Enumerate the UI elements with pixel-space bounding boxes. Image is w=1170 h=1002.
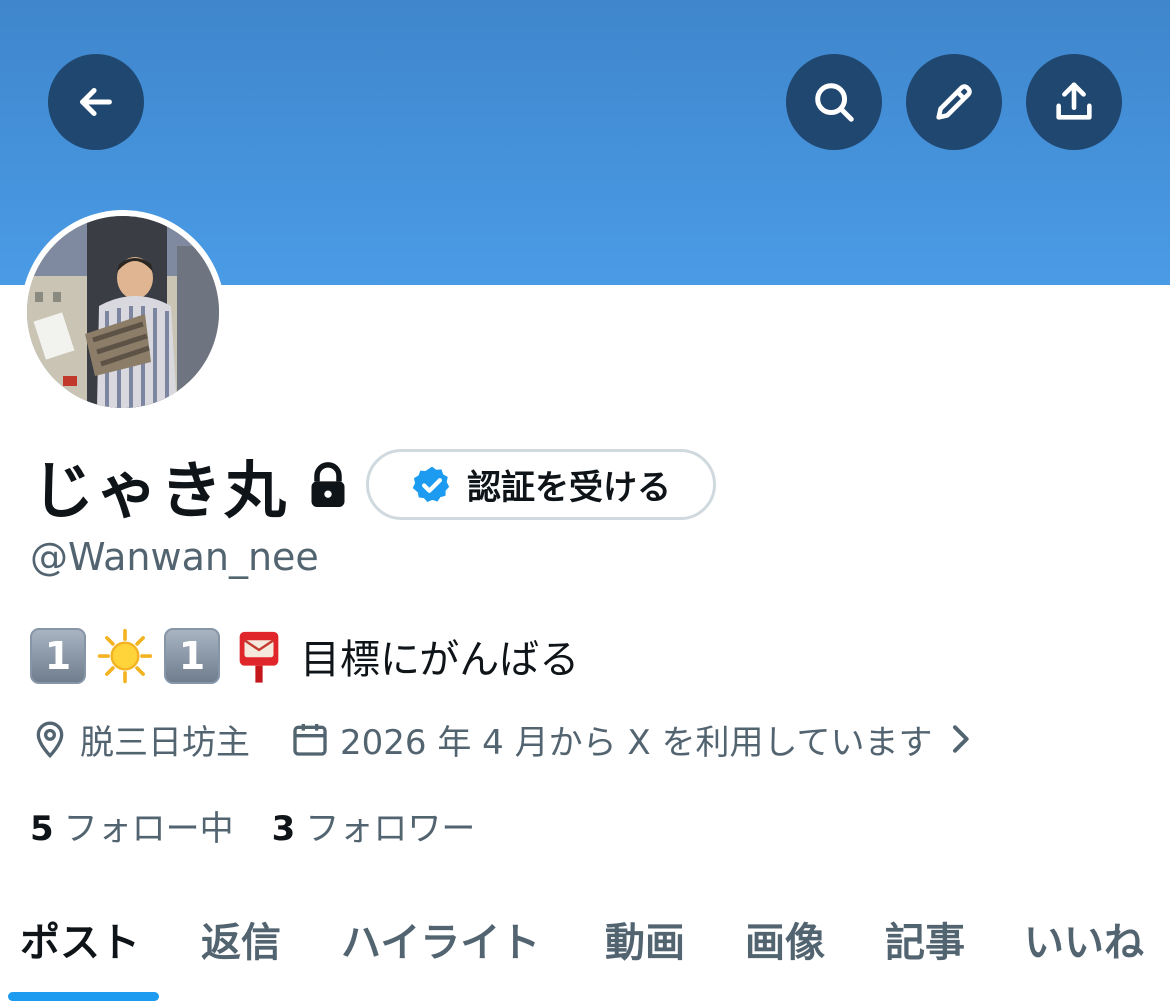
joined-date-text[interactable]: 2026 年 4 月から X を利用しています — [340, 715, 932, 764]
avatar[interactable] — [27, 216, 219, 408]
postbox-emoji-icon — [239, 631, 279, 683]
tab-articles[interactable]: 記事 — [885, 910, 965, 968]
lock-icon — [311, 462, 345, 507]
tab-videos[interactable]: 動画 — [605, 910, 685, 968]
tab-likes[interactable]: いいね — [1024, 910, 1144, 968]
follow-stats: 5 フォロー中 3 フォロワー — [30, 800, 475, 850]
display-name: じゃき丸 — [32, 454, 289, 527]
location-text: 脱三日坊主 — [80, 722, 250, 763]
keycap-one-emoji: 1 — [30, 628, 86, 684]
tab-media[interactable]: 画像 — [745, 910, 825, 968]
followers-link[interactable]: 3 フォロワー — [272, 801, 476, 850]
profile-meta: 脱三日坊主 2026 年 4 月から X を利用しています — [30, 712, 980, 766]
back-button[interactable] — [48, 54, 144, 150]
edit-button[interactable] — [906, 54, 1002, 150]
get-verified-button[interactable]: 認証を受ける — [366, 449, 716, 520]
pencil-icon — [936, 84, 972, 120]
following-count: 5 — [30, 808, 54, 849]
profile-tabs: ポスト 返信 ハイライト 動画 画像 記事 いいね — [0, 900, 1170, 1002]
chevron-right-icon[interactable] — [940, 719, 980, 759]
following-link[interactable]: 5 フォロー中 — [30, 801, 234, 850]
active-tab-indicator — [8, 992, 159, 1001]
location-pin-icon — [36, 721, 64, 759]
tab-replies[interactable]: 返信 — [201, 910, 281, 968]
avatar-photo — [27, 216, 219, 408]
user-handle: @Wanwan_nee — [30, 535, 319, 579]
share-button[interactable] — [1026, 54, 1122, 150]
calendar-icon — [293, 724, 327, 756]
search-icon — [815, 83, 854, 122]
share-upload-icon — [1056, 82, 1092, 120]
verify-button-label: 認証を受ける — [467, 468, 671, 508]
bio: 1 1 目標にがんばる — [30, 626, 579, 686]
bio-text: 目標にがんばる — [300, 637, 580, 683]
followers-label: フォロワー — [305, 808, 476, 849]
following-label: フォロー中 — [63, 808, 234, 849]
arrow-left-icon — [80, 88, 112, 116]
name-row: じゃき丸 — [32, 442, 350, 528]
verified-badge-icon — [412, 466, 450, 502]
search-button[interactable] — [786, 54, 882, 150]
sun-emoji-icon — [97, 628, 153, 684]
keycap-one-emoji: 1 — [164, 628, 220, 684]
tab-highlights[interactable]: ハイライト — [341, 910, 540, 968]
followers-count: 3 — [271, 808, 296, 849]
tab-posts[interactable]: ポスト — [20, 910, 140, 968]
